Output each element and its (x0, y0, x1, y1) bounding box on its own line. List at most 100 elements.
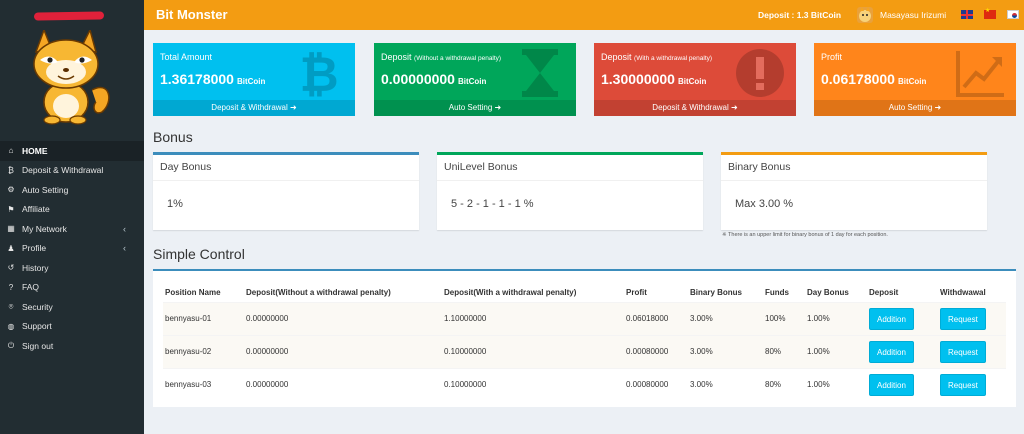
mascot-avatar-icon (859, 7, 871, 22)
bonus-value: Max 3.00 % (735, 198, 794, 210)
home-icon: ⌂ (8, 146, 14, 156)
stat-footer-link[interactable]: Deposit & Withdrawal ➜ (594, 100, 796, 116)
deposit-no-penalty: 0.00000000 (244, 301, 442, 335)
sidebar-menu: ⌂ HOME ₿ Deposit & Withdrawal ⚙ Auto Setting ⚑… (0, 141, 144, 356)
col-profit: Profit (624, 283, 688, 303)
col-day-bonus: Day Bonus (805, 283, 867, 303)
sidebar-item-history[interactable]: ↺ History (0, 258, 144, 278)
sidebar-item-label: Affiliate (22, 204, 50, 215)
deposit-no-penalty: 0.00000000 (244, 367, 442, 401)
monster-mascot-logo (33, 30, 110, 125)
sidebar-item-label: Sign out (22, 340, 54, 351)
power-icon: ⏻ (7, 340, 15, 350)
sidebar-item-label: Support (22, 321, 52, 332)
stat-label: Deposit (With a withdrawal penalty) (601, 52, 713, 62)
network-icon: ▦ (7, 224, 15, 234)
sidebar-item-label: Profile (22, 243, 47, 254)
stat-label: Total Amount (160, 52, 213, 62)
table-header-row: Position Name Deposit(Without a withdraw… (163, 283, 1006, 303)
sidebar-item-deposit-withdrawal[interactable]: ₿ Deposit & Withdrawal (0, 161, 144, 181)
request-button[interactable]: Request (940, 373, 986, 396)
day-bonus: 1.00% (805, 334, 867, 368)
sidebar-item-label: Deposit & Withdrawal (22, 165, 104, 176)
stat-label: Deposit (Without a withdrawal penalty) (381, 52, 502, 62)
question-icon: ? (8, 282, 14, 292)
binary-bonus-note: ※ There is an upper limit for binary bon… (722, 232, 888, 238)
flag-china-icon[interactable] (984, 7, 996, 19)
divider (721, 180, 987, 181)
position-name: bennyasu-01 (163, 301, 244, 335)
col-deposit-no-penalty: Deposit(Without a withdrawal penalty) (244, 283, 442, 303)
top-header: Bit Monster Deposit : 1.3 BitCoin Masaya… (144, 0, 1024, 30)
sidebar-item-security[interactable]: ⌾ Security (0, 297, 144, 317)
bitcoin-icon: ₿ (299, 47, 338, 99)
day-bonus-box: Day Bonus 1% (153, 152, 419, 230)
profit: 0.06018000 (624, 301, 688, 335)
sidebar-item-label: HOME (22, 145, 48, 156)
sidebar-item-label: Auto Setting (22, 184, 69, 195)
stat-footer-link[interactable]: Auto Setting ➜ (374, 100, 576, 116)
sidebar-item-faq[interactable]: ? FAQ (0, 278, 144, 298)
stat-footer-link[interactable]: Deposit & Withdrawal ➜ (153, 100, 355, 116)
profit: 0.00080000 (624, 367, 688, 401)
table-row: bennyasu-03 0.00000000 0.10000000 0.0008… (163, 367, 1006, 401)
flag-uk-icon[interactable] (961, 10, 973, 19)
request-button[interactable]: Request (940, 307, 986, 330)
binary-bonus-box: Binary Bonus Max 3.00 % (721, 152, 987, 230)
simple-control-title: Simple Control (153, 246, 245, 262)
stat-value: 1.30000000 BitCoin (601, 71, 707, 87)
deposit-no-penalty: 0.00000000 (244, 334, 442, 368)
funds: 80% (763, 334, 805, 368)
positions-table-box: Position Name Deposit(Without a withdraw… (153, 271, 1016, 407)
day-bonus: 1.00% (805, 301, 867, 335)
addition-button[interactable]: Addition (869, 307, 914, 330)
positions-table: Position Name Deposit(Without a withdraw… (163, 283, 1006, 401)
user-name[interactable]: Masayasu Irizumi (880, 10, 946, 20)
sidebar-item-label: Security (22, 301, 53, 312)
addition-button[interactable]: Addition (869, 373, 914, 396)
sidebar-item-profile[interactable]: ♟ Profile ‹ (0, 239, 144, 259)
stat-profit: Profit 0.06178000 BitCoin Auto Setting ➜ (814, 43, 1016, 116)
deposit-penalty: 0.10000000 (442, 334, 624, 368)
sidebar-item-auto-setting[interactable]: ⚙ Auto Setting (0, 180, 144, 200)
lock-icon: ⌾ (8, 301, 14, 311)
day-bonus: 1.00% (805, 367, 867, 401)
bonus-title: Binary Bonus (728, 161, 791, 173)
stat-deposit-no-penalty: Deposit (Without a withdrawal penalty) 0… (374, 43, 576, 116)
position-name: bennyasu-03 (163, 367, 244, 401)
request-button[interactable]: Request (940, 340, 986, 363)
stat-footer-link[interactable]: Auto Setting ➜ (814, 100, 1016, 116)
addition-button[interactable]: Addition (869, 340, 914, 363)
table-row: bennyasu-02 0.00000000 0.10000000 0.0008… (163, 334, 1006, 368)
binary-bonus: 3.00% (688, 334, 763, 368)
position-name: bennyasu-02 (163, 334, 244, 368)
sidebar: ⌂ HOME ₿ Deposit & Withdrawal ⚙ Auto Setting ⚑… (0, 0, 144, 434)
col-position-name: Position Name (163, 283, 244, 303)
profit: 0.00080000 (624, 334, 688, 368)
history-icon: ↺ (7, 263, 15, 273)
bonus-title: UniLevel Bonus (444, 161, 518, 173)
sidebar-item-affiliate[interactable]: ⚑ Affiliate (0, 200, 144, 220)
flag-icon: ⚑ (7, 204, 15, 214)
sidebar-brand (0, 0, 144, 30)
funds: 100% (763, 301, 805, 335)
flag-korea-icon[interactable] (1007, 10, 1019, 19)
stat-label: Profit (821, 52, 843, 62)
bitcoin-icon: ₿ (8, 165, 14, 175)
stat-value: 0.06178000 BitCoin (821, 71, 927, 87)
app-logo-text[interactable]: Bit Monster (156, 7, 228, 22)
binary-bonus: 3.00% (688, 367, 763, 401)
col-deposit-penalty: Deposit(With a withdrawal penalty) (442, 283, 624, 303)
sidebar-item-home[interactable]: ⌂ HOME (0, 141, 144, 161)
hourglass-icon (522, 49, 558, 97)
sidebar-item-sign-out[interactable]: ⏻ Sign out (0, 336, 144, 356)
user-avatar[interactable] (857, 7, 873, 23)
header-deposit-total: Deposit : 1.3 BitCoin (758, 10, 842, 20)
deposit-penalty: 0.10000000 (442, 367, 624, 401)
col-binary-bonus: Binary Bonus (688, 283, 763, 303)
user-icon: ♟ (7, 243, 15, 253)
table-row: bennyasu-01 0.00000000 1.10000000 0.0601… (163, 301, 1006, 335)
bonus-title: Day Bonus (160, 161, 212, 173)
sidebar-item-my-network[interactable]: ▦ My Network ‹ (0, 219, 144, 239)
sidebar-item-support[interactable]: ◍ Support (0, 317, 144, 337)
